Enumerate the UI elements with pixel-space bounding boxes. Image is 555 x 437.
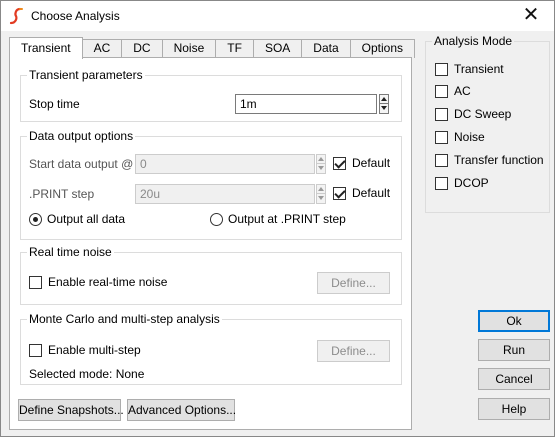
checkbox-checked-icon	[333, 186, 346, 200]
data-output-group: Data output options Start data output @ …	[20, 129, 402, 240]
checkbox-label: Default	[352, 186, 391, 200]
print-default-checkbox[interactable]: Default	[333, 186, 390, 200]
real-time-noise-group: Real time noise Enable real-time noise D…	[20, 245, 402, 305]
analysis-mode-group: Analysis Mode Transient AC DC Sweep Nois…	[425, 34, 550, 213]
tab-transient[interactable]: Transient	[9, 37, 83, 59]
tab-noise[interactable]: Noise	[161, 39, 217, 58]
group-title: Analysis Mode	[432, 34, 515, 48]
spin-up-icon[interactable]	[379, 94, 389, 104]
checkbox-label: Enable real-time noise	[48, 275, 168, 289]
tab-options[interactable]: Options	[349, 39, 416, 58]
print-step-label: .PRINT step	[29, 187, 95, 201]
enable-multi-step-checkbox[interactable]: Enable multi-step	[29, 343, 141, 357]
title-bar: Choose Analysis ✕	[1, 1, 554, 31]
spin-up-icon[interactable]	[316, 154, 326, 164]
start-data-output-spinner[interactable]	[316, 154, 326, 174]
start-data-output-label: Start data output @	[29, 157, 134, 171]
analysis-tabs: Transient AC DC Noise TF SOA Data Option…	[9, 37, 416, 59]
close-button[interactable]: ✕	[508, 1, 554, 31]
checkbox-unchecked-icon	[29, 343, 42, 357]
stop-time-label: Stop time	[29, 97, 80, 111]
tab-soa[interactable]: SOA	[252, 39, 303, 58]
tab-dc[interactable]: DC	[121, 39, 163, 58]
radio-label: Output at .PRINT step	[228, 212, 346, 226]
checkbox-unchecked-icon	[29, 275, 42, 289]
checkbox-unchecked-icon	[435, 176, 448, 190]
checkbox-unchecked-icon	[435, 107, 448, 121]
tab-data[interactable]: Data	[301, 39, 351, 58]
checkbox-label: AC	[454, 84, 471, 98]
mode-dcop-checkbox[interactable]: DCOP	[435, 176, 489, 190]
checkbox-label: Enable multi-step	[48, 343, 141, 357]
checkbox-label: DC Sweep	[454, 107, 512, 121]
mode-transfer-function-checkbox[interactable]: Transfer function	[435, 153, 544, 167]
print-step-spinner[interactable]	[316, 184, 326, 204]
group-title: Transient parameters	[27, 68, 145, 82]
spin-down-icon[interactable]	[379, 104, 389, 114]
mode-transient-checkbox[interactable]: Transient	[435, 62, 504, 76]
mode-noise-checkbox[interactable]: Noise	[435, 130, 485, 144]
group-title: Real time noise	[27, 245, 114, 259]
start-data-output-input[interactable]: 0	[135, 154, 315, 174]
noise-define-button[interactable]: Define...	[317, 272, 390, 294]
transient-parameters-group: Transient parameters Stop time 1m	[20, 68, 402, 122]
mode-dc-sweep-checkbox[interactable]: DC Sweep	[435, 107, 511, 121]
stop-time-spinner[interactable]	[379, 94, 389, 114]
checkbox-checked-icon	[333, 156, 346, 170]
close-icon: ✕	[522, 4, 540, 26]
run-button[interactable]: Run	[478, 339, 550, 361]
print-step-input[interactable]: 20u	[135, 184, 315, 204]
enable-real-time-noise-checkbox[interactable]: Enable real-time noise	[29, 275, 167, 289]
group-title: Monte Carlo and multi-step analysis	[27, 312, 222, 326]
ok-button[interactable]: Ok	[478, 310, 550, 332]
checkbox-unchecked-icon	[435, 153, 448, 167]
advanced-options-button[interactable]: Advanced Options...	[127, 399, 236, 421]
transient-tab-panel: Transient parameters Stop time 1m Data o…	[9, 57, 412, 430]
checkbox-label: Transfer function	[454, 153, 544, 167]
spin-up-icon[interactable]	[316, 184, 326, 194]
checkbox-unchecked-icon	[435, 84, 448, 98]
checkbox-label: Noise	[454, 130, 485, 144]
radio-selected-icon	[29, 212, 42, 226]
output-at-print-step-radio[interactable]: Output at .PRINT step	[210, 212, 346, 226]
tab-ac[interactable]: AC	[81, 39, 123, 58]
radio-unselected-icon	[210, 212, 223, 226]
choose-analysis-dialog: Choose Analysis ✕ Transient AC DC Noise …	[0, 0, 555, 437]
checkbox-label: Transient	[454, 62, 504, 76]
radio-label: Output all data	[47, 212, 126, 226]
define-snapshots-button[interactable]: Define Snapshots...	[18, 399, 124, 421]
window-title: Choose Analysis	[31, 9, 120, 23]
mode-ac-checkbox[interactable]: AC	[435, 84, 471, 98]
checkbox-unchecked-icon	[435, 62, 448, 76]
checkbox-unchecked-icon	[435, 130, 448, 144]
spin-down-icon[interactable]	[316, 164, 326, 174]
selected-mode-text: Selected mode: None	[29, 367, 145, 381]
help-button[interactable]: Help	[478, 398, 550, 420]
multi-step-define-button[interactable]: Define...	[317, 340, 390, 362]
tab-tf[interactable]: TF	[215, 39, 254, 58]
output-all-data-radio[interactable]: Output all data	[29, 212, 125, 226]
spin-down-icon[interactable]	[316, 194, 326, 204]
simetrix-logo-icon	[9, 7, 23, 25]
monte-carlo-group: Monte Carlo and multi-step analysis Enab…	[20, 312, 402, 385]
checkbox-label: DCOP	[454, 176, 489, 190]
stop-time-input[interactable]: 1m	[235, 94, 377, 114]
checkbox-label: Default	[352, 156, 391, 170]
group-title: Data output options	[27, 129, 136, 143]
cancel-button[interactable]: Cancel	[478, 368, 550, 390]
start-default-checkbox[interactable]: Default	[333, 156, 390, 170]
